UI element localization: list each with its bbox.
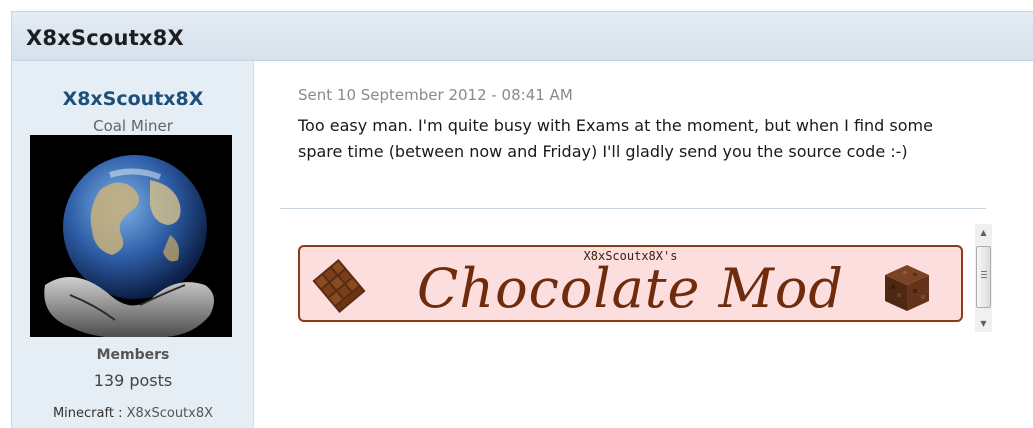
scroll-up-arrow-icon[interactable]: ▲ [975, 224, 992, 241]
earth-in-hands-icon [30, 135, 232, 339]
chocolate-block-icon [885, 265, 929, 311]
post-body: Sent 10 September 2012 - 08:41 AM Too ea… [255, 61, 1033, 428]
signature: X8xScoutx8X's Chocolate Mod [298, 211, 988, 323]
post-content: Too easy man. I'm quite busy with Exams … [298, 116, 933, 161]
member-group: Members [96, 347, 170, 363]
banner-title: Chocolate Mod [416, 257, 845, 320]
custom-field-label: Minecraft : [52, 406, 123, 421]
post-header: X8xScoutx8X [12, 12, 1033, 61]
custom-field-value: X8xScoutx8X [126, 406, 214, 421]
post-container: X8xScoutx8X X8xScoutx8X Coal Miner Membe… [11, 11, 1033, 428]
avatar[interactable] [30, 135, 232, 339]
chocolate-bar-icon [312, 259, 366, 313]
author-rank: Coal Miner [93, 117, 173, 135]
post-date[interactable]: Sent 10 September 2012 - 08:41 AM [298, 86, 573, 104]
author-panel: X8xScoutx8X Coal Miner Members 139 posts… [12, 61, 254, 428]
post-count: 139 posts [93, 371, 173, 390]
signature-divider [280, 208, 986, 209]
chocolate-mod-banner[interactable]: X8xScoutx8X's Chocolate Mod [298, 245, 963, 322]
post-author-heading[interactable]: X8xScoutx8X [26, 26, 184, 50]
scroll-thumb[interactable] [976, 246, 991, 308]
grip-icon [981, 271, 987, 272]
author-name-link[interactable]: X8xScoutx8X [12, 88, 254, 110]
minecraft-username-field: Minecraft : X8xScoutx8X [12, 406, 254, 421]
signature-scrollbar[interactable]: ▲ ▼ [975, 224, 992, 332]
scroll-down-arrow-icon[interactable]: ▼ [975, 315, 992, 332]
